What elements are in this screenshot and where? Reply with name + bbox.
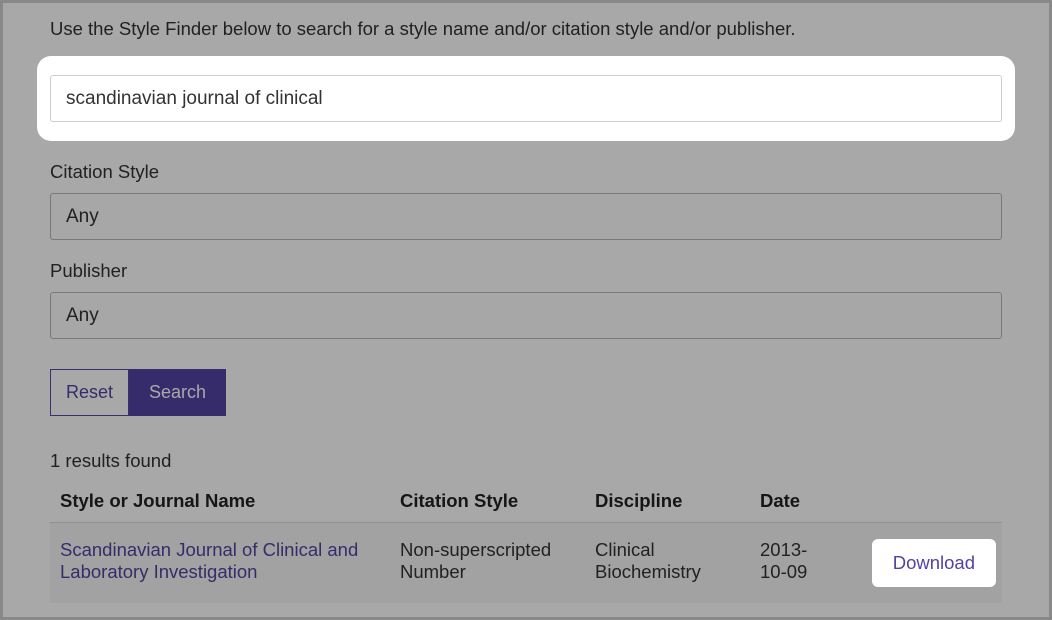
- style-name-search-input[interactable]: [50, 75, 1002, 122]
- search-panel: [37, 56, 1015, 141]
- download-button[interactable]: Download: [872, 539, 996, 587]
